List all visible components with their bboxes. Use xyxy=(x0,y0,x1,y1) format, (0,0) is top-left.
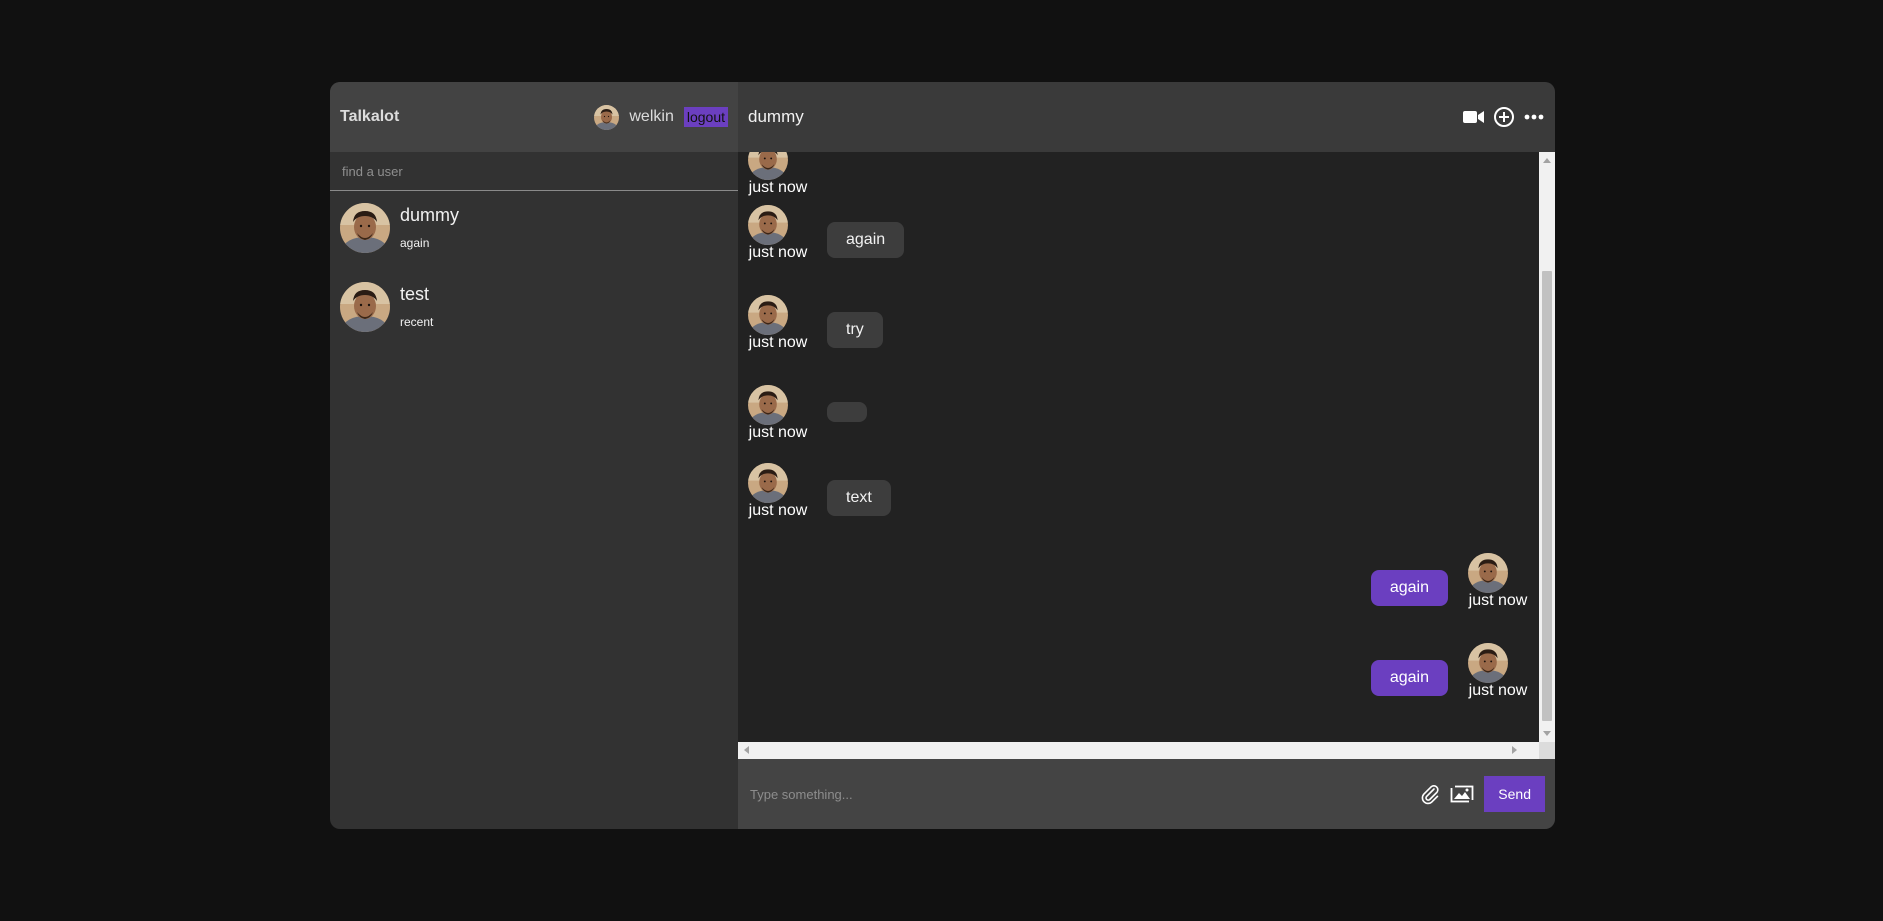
video-camera-icon[interactable] xyxy=(1463,110,1485,124)
avatar xyxy=(340,203,390,253)
message-time: just now xyxy=(748,334,808,351)
current-user-name: welkin xyxy=(629,108,674,125)
message-time: just now xyxy=(1468,682,1528,699)
avatar xyxy=(748,385,788,425)
more-options-icon[interactable] xyxy=(1523,106,1545,128)
sidebar: Talkalot welkin logout dummy again xyxy=(330,82,738,829)
chat-header: dummy xyxy=(738,82,1555,152)
user-name: dummy xyxy=(400,205,460,225)
message-bubble xyxy=(827,402,867,422)
scroll-up-arrow-icon[interactable] xyxy=(1543,158,1551,163)
message-input[interactable] xyxy=(750,786,1421,802)
user-search xyxy=(330,152,738,191)
add-circle-icon[interactable] xyxy=(1493,106,1515,128)
avatar xyxy=(1468,553,1508,593)
avatar xyxy=(748,205,788,245)
message-time: just now xyxy=(748,244,808,261)
message-bubble: again xyxy=(1370,660,1448,696)
message-bubble: again xyxy=(827,222,905,258)
message-received: just now xyxy=(748,152,867,197)
scroll-left-arrow-icon[interactable] xyxy=(744,746,749,754)
current-user-avatar xyxy=(594,104,620,130)
chat-title: dummy xyxy=(748,107,804,126)
message-composer: Send xyxy=(738,759,1555,829)
message-received: just now try xyxy=(748,295,883,352)
message-time: just now xyxy=(748,179,808,196)
logout-button[interactable]: logout xyxy=(683,107,728,127)
message-received: just now again xyxy=(748,205,905,262)
message-sent: just now again xyxy=(1370,643,1528,700)
message-list: just now just now again just now try jus… xyxy=(738,152,1538,742)
message-received: just now xyxy=(748,385,867,442)
avatar xyxy=(748,295,788,335)
attachment-icon[interactable] xyxy=(1420,783,1440,805)
scrollbar-corner xyxy=(1539,742,1555,759)
message-bubble: try xyxy=(827,312,883,348)
brand-logo: Talkalot xyxy=(340,108,400,125)
image-icon[interactable] xyxy=(1450,784,1475,804)
user-list-item-dummy[interactable]: dummy again xyxy=(330,191,738,270)
message-bubble: text xyxy=(827,480,891,516)
message-time: just now xyxy=(748,502,808,519)
avatar xyxy=(748,463,788,503)
messages-area: just now just now again just now try jus… xyxy=(738,152,1555,759)
user-last-message: recent xyxy=(400,315,434,329)
horizontal-scrollbar[interactable] xyxy=(738,742,1539,759)
scroll-thumb[interactable] xyxy=(1542,271,1552,721)
avatar xyxy=(340,282,390,332)
sidebar-header: Talkalot welkin logout xyxy=(330,82,738,152)
avatar xyxy=(748,152,788,180)
send-button[interactable]: Send xyxy=(1484,776,1545,812)
chat-panel: dummy just now just now again just now t… xyxy=(738,82,1555,829)
vertical-scrollbar[interactable] xyxy=(1539,152,1555,742)
chat-app-window: Talkalot welkin logout dummy again xyxy=(330,82,1555,829)
message-sent: just now again xyxy=(1370,553,1528,610)
scroll-right-arrow-icon[interactable] xyxy=(1512,746,1517,754)
user-name: test xyxy=(400,284,430,304)
message-bubble: again xyxy=(1370,570,1448,606)
message-time: just now xyxy=(1468,592,1528,609)
message-time: just now xyxy=(748,424,808,441)
scroll-down-arrow-icon[interactable] xyxy=(1543,731,1551,736)
user-last-message: again xyxy=(400,236,430,250)
user-list-item-test[interactable]: test recent xyxy=(330,270,738,349)
search-user-input[interactable] xyxy=(342,163,726,179)
message-received: just now text xyxy=(748,463,891,520)
avatar xyxy=(1468,643,1508,683)
